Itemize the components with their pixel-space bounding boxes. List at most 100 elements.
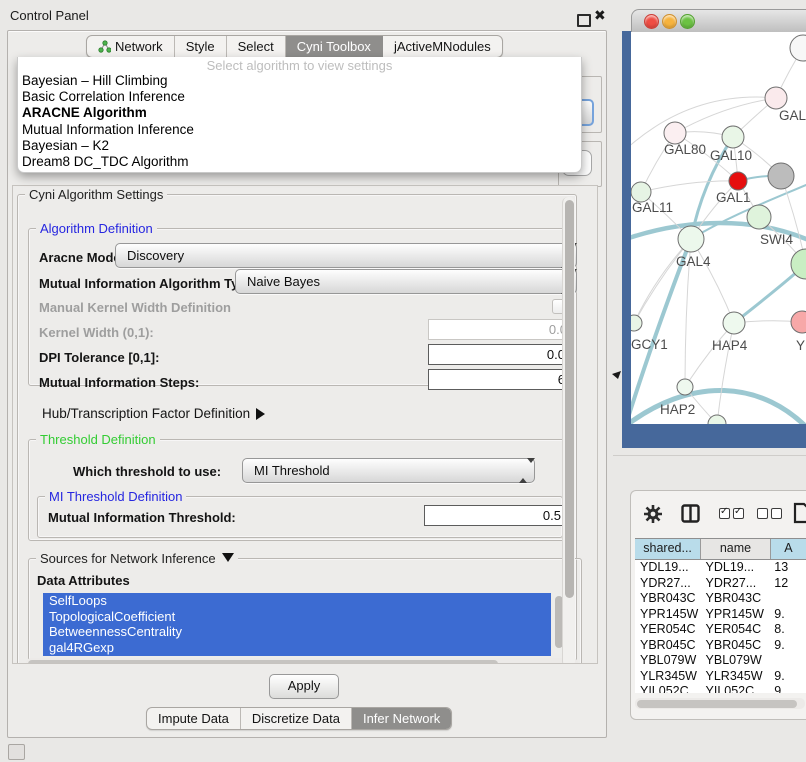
node-gal80[interactable] [664,122,686,144]
settings-scroll-panel: Cyni Algorithm Settings Algorithm Defini… [12,185,598,664]
node-gal-pink[interactable] [765,87,787,109]
algorithm-option[interactable]: Mutual Information Inference [18,122,581,138]
network-graph [631,32,806,424]
table-row[interactable]: YDL19...YDL19...13 [635,560,806,576]
control-panel-titlebar: Control Panel ✖ [0,0,613,30]
table-row[interactable]: YBL079WYBL079W [635,653,806,669]
tab-infer-network-label: Infer Network [363,711,440,726]
aracne-mode-select[interactable]: Discovery [115,243,577,268]
algorithm-option[interactable]: Dream8 DC_TDC Algorithm [18,154,581,170]
algorithm-option[interactable]: Basic Correlation Inference [18,89,581,105]
column-header-shared-name[interactable]: shared... [635,539,701,559]
which-threshold-select[interactable]: MI Threshold [242,458,535,483]
node-label: GAL11 [632,200,673,215]
kernel-width-input[interactable] [428,319,574,340]
dock-panel-button[interactable] [8,744,25,760]
tab-select[interactable]: Select [227,36,286,57]
node-salmon[interactable] [791,311,806,333]
mi-threshold-label: Mutual Information Threshold: [48,510,236,525]
algorithm-definition-group: Algorithm Definition Aracne Mode: Discov… [28,228,566,386]
attribute-item-selected[interactable]: SelfLoops [43,593,551,609]
column-layout-icon[interactable] [681,504,700,523]
settings-horizontal-scrollbar[interactable] [26,658,578,664]
table-row[interactable]: YIL052CYIL052C9 [635,684,806,693]
table-row[interactable]: YBR045CYBR045C9. [635,638,806,654]
table-row[interactable]: YBR043CYBR043C [635,591,806,607]
node-label: HAP4 [712,338,747,353]
node-unlabeled[interactable] [790,35,806,61]
tab-network[interactable]: Network [87,36,175,57]
node-gal10[interactable] [722,126,744,148]
node-green[interactable] [747,205,771,229]
node-label: GAL [779,108,806,123]
threshold-definition-group: Threshold Definition Which threshold to … [28,439,570,541]
tab-jactivemnodules[interactable]: jActiveMNodules [383,36,502,57]
node-gal4[interactable] [678,226,704,252]
select-all-checks-icon[interactable] [719,508,744,519]
column-header-name[interactable]: name [701,539,771,559]
attribute-item-selected[interactable]: BetweennessCentrality [43,624,551,640]
tab-discretize-data-label: Discretize Data [252,711,340,726]
network-canvas[interactable]: GAL GAL80 GAL10 GAL1 GAL11 SWI4 GAL4 GCY… [631,32,806,424]
mi-algorithm-type-select[interactable]: Naive Bayes [235,269,577,294]
algorithm-option[interactable]: Bayesian – Hill Climbing [18,73,581,89]
collapsed-arrow-icon [256,408,271,420]
tab-discretize-data[interactable]: Discretize Data [241,708,352,729]
attribute-item-selected[interactable]: gal4RGexp [43,640,551,656]
mi-threshold-input[interactable] [424,505,568,526]
node-gal1-red[interactable] [729,172,747,190]
mi-steps-input[interactable] [428,369,572,390]
table-row[interactable]: YPR145WYPR145W9. [635,607,806,623]
threshold-definition-legend: Threshold Definition [36,432,160,447]
tab-infer-network[interactable]: Infer Network [352,708,451,729]
mi-threshold-group: MI Threshold Definition Mutual Informati… [37,496,563,538]
node-hap4[interactable] [723,312,745,334]
hub-definition-label: Hub/Transcription Factor Definition [42,406,250,421]
gear-icon[interactable] [643,504,663,524]
mi-threshold-legend: MI Threshold Definition [45,489,186,504]
deselect-all-checks-icon[interactable] [757,508,782,519]
float-window-icon[interactable] [577,14,591,27]
attribute-item-selected[interactable]: TopologicalCoefficient [43,609,551,625]
cyni-algorithm-settings-legend: Cyni Algorithm Settings [25,187,167,202]
sources-legend[interactable]: Sources for Network Inference [36,551,238,568]
network-icon [98,40,111,53]
sources-group: Sources for Network Inference Data Attri… [28,558,582,664]
table-row[interactable]: YLR345WYLR345W9. [635,669,806,685]
window-minimize-icon[interactable] [662,14,677,29]
aracne-mode-label: Aracne Mode: [39,250,125,265]
hub-definition-toggle[interactable]: Hub/Transcription Factor Definition [42,406,271,421]
mouse-cursor [612,367,622,379]
network-window-titlebar[interactable] [631,9,806,34]
column-header-clipped[interactable]: A [771,539,806,559]
tab-impute-data[interactable]: Impute Data [147,708,241,729]
algorithm-option[interactable]: Bayesian – K2 [18,138,581,154]
apply-button[interactable]: Apply [269,674,339,699]
node-hap2[interactable] [677,379,693,395]
tab-cyni-toolbox[interactable]: Cyni Toolbox [286,36,383,57]
node-gcy1[interactable] [631,315,642,331]
node-label: SWI4 [760,232,793,247]
data-attributes-label: Data Attributes [37,573,130,588]
algorithm-option-selected[interactable]: ARACNE Algorithm [18,105,581,121]
table-horizontal-scrollbar[interactable] [635,698,805,709]
dpi-tolerance-input[interactable] [428,344,572,365]
document-icon[interactable] [793,502,806,524]
sources-legend-label: Sources for Network Inference [40,551,216,566]
table-row[interactable]: YER054CYER054C8. [635,622,806,638]
settings-vertical-scrollbar[interactable] [562,197,575,664]
window-zoom-icon[interactable] [680,14,695,29]
tab-style[interactable]: Style [175,36,227,57]
tab-cyni-toolbox-label: Cyni Toolbox [297,39,371,54]
table-row[interactable]: YDR27...YDR27...12 [635,576,806,592]
window-close-icon[interactable] [644,14,659,29]
node-label: HAP2 [660,402,695,417]
node-unlabeled[interactable] [708,415,726,424]
table-toolbar [631,491,806,537]
node-gray[interactable] [768,163,794,189]
which-threshold-label: Which threshold to use: [73,464,221,479]
node-gal11[interactable] [631,182,651,202]
node-label: GCY1 [631,337,668,352]
close-panel-icon[interactable]: ✖ [594,7,606,24]
stepper-arrows-icon [519,463,527,478]
